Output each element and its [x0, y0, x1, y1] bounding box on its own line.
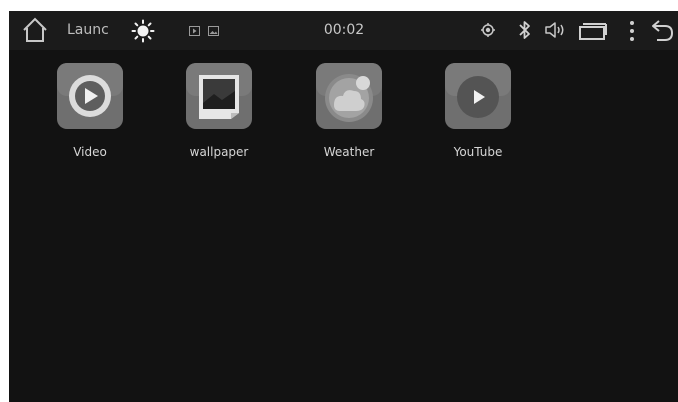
image-icon [208, 26, 219, 36]
window-icon[interactable] [578, 21, 608, 41]
app-label: Video [73, 145, 107, 159]
sun-icon[interactable] [131, 19, 155, 43]
app-title: Launc [67, 22, 109, 38]
app-label: YouTube [453, 145, 503, 159]
youtube-play-icon[interactable] [443, 61, 513, 131]
app-wallpaper[interactable]: wallpaper [155, 59, 255, 169]
app-weather[interactable]: Weather [285, 59, 385, 169]
menu-icon[interactable] [627, 19, 637, 43]
app-label: Weather [323, 145, 375, 159]
app-youtube[interactable]: YouTube [414, 59, 514, 169]
volume-icon[interactable] [544, 21, 568, 39]
launcher-screen: Launc 00:02 Video wallpaper Weather YouT… [9, 11, 678, 402]
video-play-icon[interactable] [55, 61, 125, 131]
bluetooth-icon[interactable] [518, 20, 532, 40]
app-label: wallpaper [189, 145, 249, 159]
clock: 00:02 [323, 22, 365, 38]
media-play-icon [189, 26, 200, 36]
app-video[interactable]: Video [26, 59, 126, 169]
gps-icon [481, 23, 495, 37]
weather-icon[interactable] [314, 61, 384, 131]
status-bar: Launc 00:02 [9, 11, 678, 50]
home-icon[interactable] [21, 16, 49, 44]
wallpaper-icon[interactable] [184, 61, 254, 131]
back-icon[interactable] [649, 18, 675, 44]
